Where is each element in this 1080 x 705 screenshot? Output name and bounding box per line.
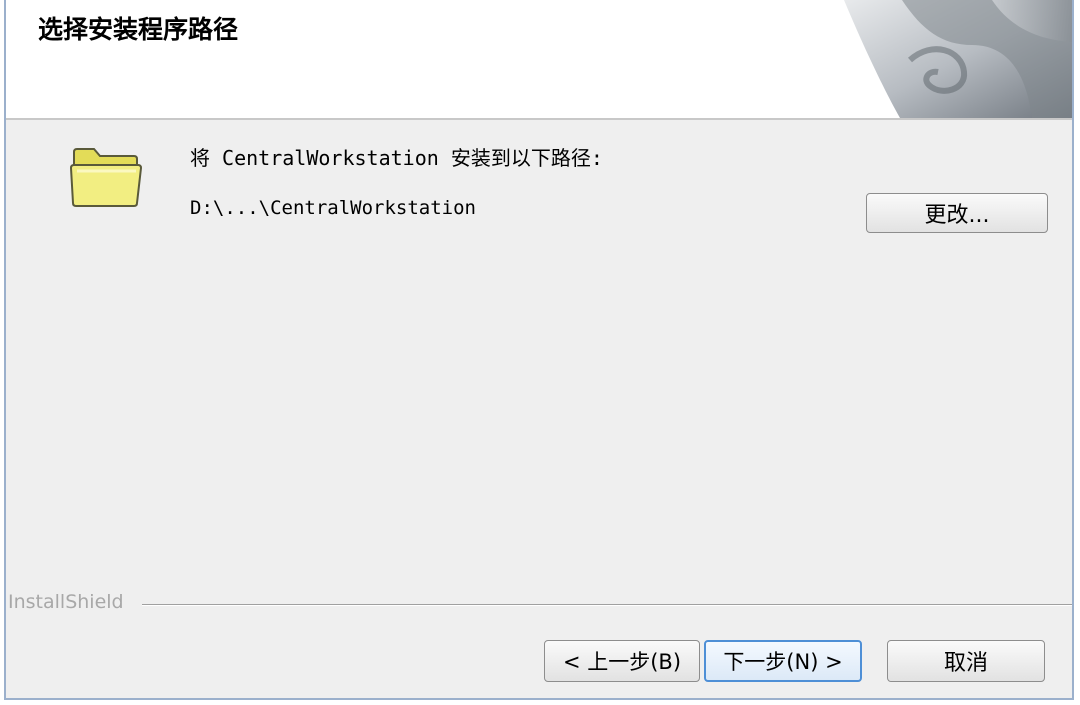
- installer-window: 选择安装程序路径 将 CentralWorkstation 安装到以下路径: D…: [4, 0, 1074, 700]
- cancel-button[interactable]: 取消: [887, 640, 1045, 682]
- install-path-value: D:\...\CentralWorkstation: [190, 197, 476, 219]
- back-button[interactable]: < 上一步(B): [544, 640, 700, 682]
- install-destination-label: 将 CentralWorkstation 安装到以下路径:: [190, 146, 603, 170]
- folder-icon: [69, 148, 142, 207]
- dialog-header: 选择安装程序路径: [6, 0, 1072, 120]
- installshield-brand: InstallShield: [8, 591, 124, 613]
- curled-page-graphic: [844, 0, 1072, 118]
- next-button[interactable]: 下一步(N) >: [704, 640, 862, 682]
- divider: [142, 604, 1072, 606]
- page-title: 选择安装程序路径: [38, 15, 239, 44]
- change-path-button[interactable]: 更改...: [866, 193, 1048, 233]
